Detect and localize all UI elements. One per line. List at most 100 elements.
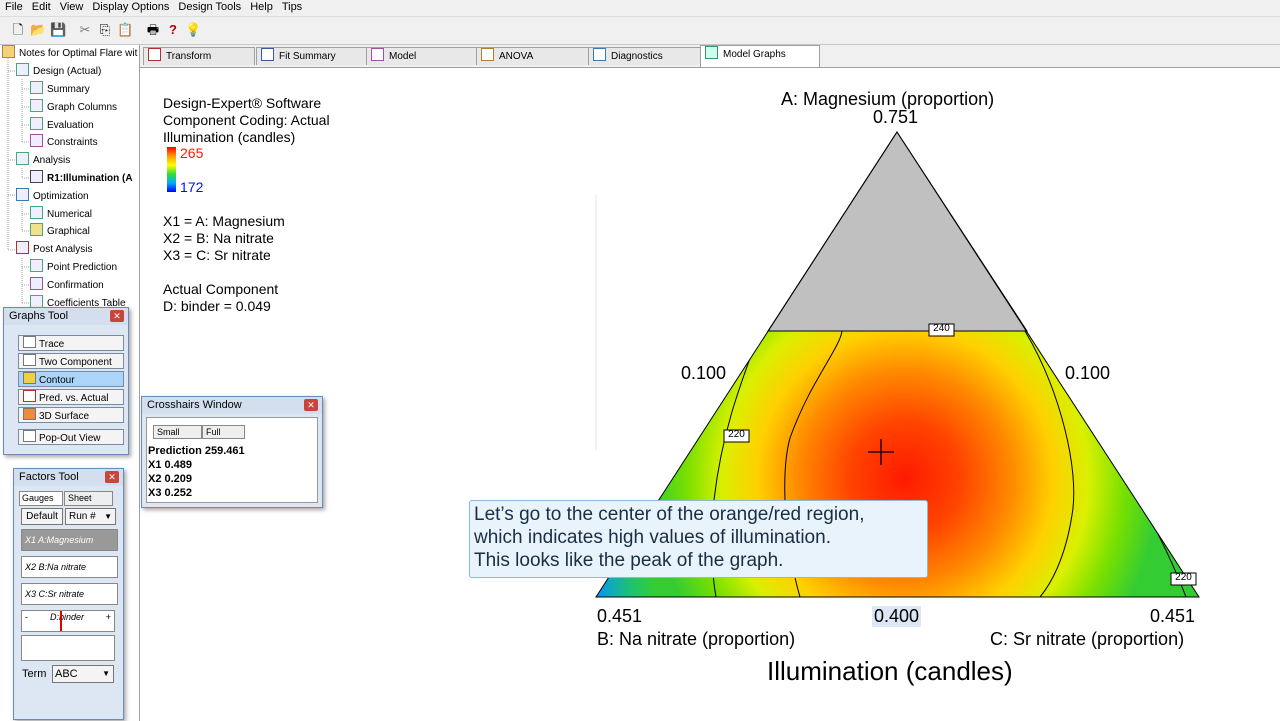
print-icon[interactable]: 🖶 [145, 22, 161, 38]
right-side-value: 0.100 [1065, 363, 1111, 383]
help-icon[interactable]: ? [165, 22, 181, 38]
close-icon[interactable]: ✕ [110, 310, 124, 322]
menu-bar: File Edit View Display Options Design Tools H… [0, 0, 1280, 17]
factors-tool-window: Factors Tool ✕ Gauges Sheet Default Run … [13, 468, 124, 720]
anova-icon [481, 48, 494, 61]
tip-bulb-icon[interactable]: 💡 [185, 22, 201, 38]
pred-vs-actual-button[interactable]: Pred. vs. Actual [18, 389, 124, 405]
callout-line-2: which indicates high values of illuminat… [474, 527, 831, 548]
3d-surface-button[interactable]: 3D Surface [18, 407, 124, 423]
analysis-icon [16, 152, 29, 165]
trace-button[interactable]: Trace [18, 335, 124, 351]
tree-item-optimization[interactable]: Optimization [16, 188, 89, 205]
tab-bar: Transform Fit Summary Model ANOVA Diagno… [140, 45, 1280, 68]
tree-item-constraints[interactable]: Constraints [30, 134, 98, 151]
pred-vs-actual-icon [23, 390, 36, 402]
tab-diagnostics[interactable]: Diagnostics [588, 47, 702, 65]
small-view-button[interactable]: Small [153, 425, 202, 439]
tree-item-design[interactable]: Design (Actual) [16, 63, 101, 80]
pop-out-view-button[interactable]: Pop-Out View [18, 429, 124, 445]
factor-x3-gauge[interactable]: X3 C:Sr nitrate [21, 583, 118, 605]
slider-handle[interactable] [60, 611, 62, 631]
sheet-tab[interactable]: Sheet [64, 491, 113, 506]
binder-plus: + [105, 612, 111, 622]
response-icon [30, 170, 43, 183]
tab-model-graphs[interactable]: Model Graphs [700, 45, 820, 67]
legend-high: 265 [180, 145, 204, 161]
software-label: Design-Expert® Software [163, 95, 322, 111]
graphs-tool-window: Graphs Tool ✕ Trace Two Component Contou… [3, 307, 129, 455]
paste-icon[interactable]: 📋 [117, 22, 133, 38]
tree-item-confirmation[interactable]: Confirmation [30, 277, 104, 294]
summary-icon [30, 81, 43, 94]
tree-item-analysis[interactable]: Analysis [16, 152, 70, 169]
tree-item-r1-illumination[interactable]: R1:Illumination (A [30, 170, 133, 187]
contour-line-220-right [1091, 430, 1187, 597]
callout-line-1: Let’s go to the center of the orange/red… [474, 504, 865, 525]
tab-model[interactable]: Model [366, 47, 478, 65]
color-legend-bar [167, 147, 176, 192]
graphical-icon [30, 223, 43, 236]
contour-label-220-left: 220 [728, 429, 745, 440]
graph-title: Illumination (candles) [767, 656, 1013, 686]
tab-fit-summary[interactable]: Fit Summary [256, 47, 368, 65]
menu-view[interactable]: View [55, 0, 88, 13]
close-icon[interactable]: ✕ [304, 399, 318, 411]
x1-value: X1 0.489 [148, 459, 193, 471]
menu-edit[interactable]: Edit [27, 0, 55, 13]
b-axis-max-value: 0.451 [597, 606, 643, 626]
tree-item-evaluation[interactable]: Evaluation [30, 117, 94, 134]
copy-icon[interactable]: ⎘ [97, 22, 113, 38]
b-axis-label: B: Na nitrate (proportion) [597, 629, 796, 649]
run-select[interactable]: Run # ▼ [65, 508, 116, 525]
close-icon[interactable]: ✕ [105, 471, 119, 483]
cut-icon[interactable]: ✂ [77, 22, 93, 38]
save-icon[interactable]: 💾 [50, 22, 66, 38]
new-file-icon[interactable]: 🗋 [10, 22, 26, 38]
tree-root[interactable]: Notes for Optimal Flare wit [2, 45, 137, 62]
menu-tips[interactable]: Tips [277, 0, 306, 13]
contour-icon [23, 372, 36, 384]
constraints-icon [30, 134, 43, 147]
point-prediction-icon [30, 259, 43, 272]
factor-x1-gauge[interactable]: X1 A:Magnesium [21, 529, 118, 551]
3d-surface-icon [23, 408, 36, 420]
menu-design-tools[interactable]: Design Tools [173, 0, 245, 13]
crosshairs-window: Crosshairs Window ✕ Small Full Predictio… [141, 396, 323, 508]
binder-slider[interactable]: - D:binder + [21, 610, 115, 632]
default-button[interactable]: Default [21, 508, 63, 525]
factor-x2-gauge[interactable]: X2 B:Na nitrate [21, 556, 118, 578]
tab-transform[interactable]: Transform [143, 47, 255, 65]
crosshairs-content: Small Full Prediction 259.461 X1 0.489 X… [146, 417, 318, 503]
fit-summary-icon [261, 48, 274, 61]
design-table-icon [16, 63, 29, 76]
tree-item-summary[interactable]: Summary [30, 81, 90, 98]
x3-value: X3 0.252 [148, 487, 193, 499]
menu-file[interactable]: File [0, 0, 27, 13]
evaluation-icon [30, 117, 43, 130]
tab-anova[interactable]: ANOVA [476, 47, 590, 65]
tree-item-numerical[interactable]: Numerical [30, 206, 92, 223]
numerical-icon [30, 206, 43, 219]
a-axis-max-value: 0.751 [873, 107, 919, 127]
contour-button[interactable]: Contour [18, 371, 124, 387]
chevron-down-icon: ▼ [102, 669, 110, 678]
tree-item-point-prediction[interactable]: Point Prediction [30, 259, 117, 276]
transform-icon [148, 48, 161, 61]
factor-detail-box [21, 635, 115, 661]
two-component-icon [23, 354, 36, 366]
model-icon [371, 48, 384, 61]
tree-item-post-analysis[interactable]: Post Analysis [16, 241, 92, 258]
left-side-value: 0.100 [681, 363, 727, 383]
menu-help[interactable]: Help [245, 0, 277, 13]
two-component-button[interactable]: Two Component [18, 353, 124, 369]
gauges-tab[interactable]: Gauges [19, 491, 63, 506]
menu-display-options[interactable]: Display Options [87, 0, 173, 13]
full-view-button[interactable]: Full [202, 425, 245, 439]
tree-item-graphical[interactable]: Graphical [30, 223, 90, 240]
x1-definition: X1 = A: Magnesium [163, 213, 285, 229]
contour-label-240: 240 [933, 323, 950, 334]
open-folder-icon[interactable]: 📂 [30, 22, 46, 38]
term-select[interactable]: ABC ▼ [52, 665, 114, 683]
tree-item-graph-columns[interactable]: Graph Columns [30, 99, 117, 116]
